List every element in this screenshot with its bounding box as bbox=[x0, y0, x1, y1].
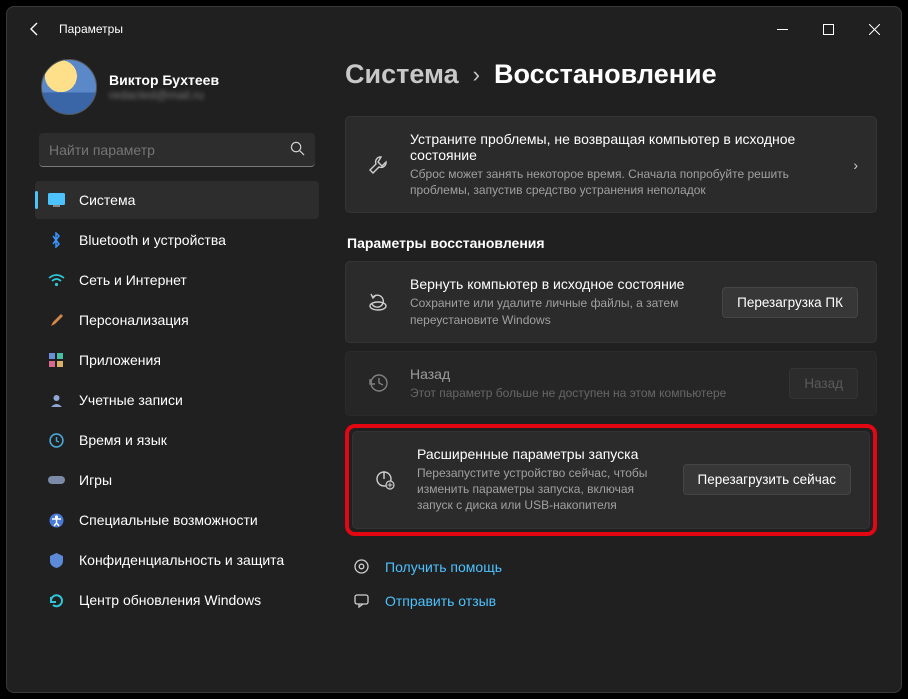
sidebar-item-network[interactable]: Сеть и Интернет bbox=[35, 261, 319, 299]
sidebar-item-accessibility[interactable]: Специальные возможности bbox=[35, 501, 319, 539]
gaming-icon bbox=[47, 471, 65, 489]
maximize-button[interactable] bbox=[805, 13, 851, 45]
card-subtitle: Сохраните или удалите личные файлы, а за… bbox=[410, 295, 704, 327]
power-settings-icon bbox=[371, 469, 399, 491]
window-title: Параметры bbox=[59, 22, 123, 36]
breadcrumb: Система › Восстановление bbox=[345, 59, 877, 90]
get-help-link[interactable]: Получить помощь bbox=[345, 550, 877, 584]
sidebar-item-label: Персонализация bbox=[79, 312, 189, 328]
titlebar: Параметры bbox=[7, 7, 901, 51]
card-title: Расширенные параметры запуска bbox=[417, 446, 665, 462]
profile-name: Виктор Бухтеев bbox=[109, 72, 219, 88]
sidebar-item-privacy[interactable]: Конфиденциальность и защита bbox=[35, 541, 319, 579]
sidebar-item-time-language[interactable]: Время и язык bbox=[35, 421, 319, 459]
chevron-right-icon: › bbox=[853, 157, 858, 173]
avatar bbox=[41, 59, 97, 115]
sidebar-item-label: Приложения bbox=[79, 352, 161, 368]
search-icon bbox=[290, 141, 305, 159]
go-back-button: Назад bbox=[789, 368, 858, 399]
sidebar-item-bluetooth[interactable]: Bluetooth и устройства bbox=[35, 221, 319, 259]
bluetooth-icon bbox=[47, 231, 65, 249]
apps-icon bbox=[47, 351, 65, 369]
chevron-right-icon: › bbox=[473, 62, 480, 88]
profile-email: redacted@mail.ru bbox=[109, 88, 219, 102]
feedback-link[interactable]: Отправить отзыв bbox=[345, 584, 877, 618]
restart-now-button[interactable]: Перезагрузить сейчас bbox=[683, 464, 851, 495]
sidebar-nav: Система Bluetooth и устройства Сеть и Ин… bbox=[35, 181, 319, 619]
card-title: Устраните проблемы, не возвращая компьют… bbox=[410, 131, 827, 163]
wifi-icon bbox=[47, 271, 65, 289]
sidebar-item-label: Игры bbox=[79, 472, 112, 488]
sidebar-item-label: Сеть и Интернет bbox=[79, 272, 187, 288]
settings-window: Параметры Виктор Бухтеев redacted@mail.r… bbox=[6, 6, 902, 693]
help-icon bbox=[351, 559, 371, 574]
close-button[interactable] bbox=[851, 13, 897, 45]
accessibility-icon bbox=[47, 511, 65, 529]
sidebar-item-apps[interactable]: Приложения bbox=[35, 341, 319, 379]
system-icon bbox=[47, 191, 65, 209]
link-label: Отправить отзыв bbox=[385, 593, 496, 609]
search-input[interactable] bbox=[49, 142, 290, 158]
sidebar-item-system[interactable]: Система bbox=[35, 181, 319, 219]
history-icon bbox=[364, 372, 392, 394]
main-panel: Система › Восстановление Устраните пробл… bbox=[327, 51, 901, 692]
sidebar-item-windows-update[interactable]: Центр обновления Windows bbox=[35, 581, 319, 619]
clock-icon bbox=[47, 431, 65, 449]
card-subtitle: Этот параметр больше не доступен на этом… bbox=[410, 385, 771, 401]
highlight-box: Расширенные параметры запуска Перезапуст… bbox=[345, 424, 877, 536]
footer-links: Получить помощь Отправить отзыв bbox=[345, 550, 877, 618]
troubleshoot-card[interactable]: Устраните проблемы, не возвращая компьют… bbox=[345, 116, 877, 213]
sidebar-item-label: Центр обновления Windows bbox=[79, 592, 261, 608]
advanced-startup-card: Расширенные параметры запуска Перезапуст… bbox=[352, 431, 870, 529]
sidebar-item-label: Bluetooth и устройства bbox=[79, 232, 226, 248]
link-label: Получить помощь bbox=[385, 559, 502, 575]
reset-pc-card: Вернуть компьютер в исходное состояние С… bbox=[345, 261, 877, 342]
card-title: Вернуть компьютер в исходное состояние bbox=[410, 276, 704, 292]
sidebar-item-gaming[interactable]: Игры bbox=[35, 461, 319, 499]
wrench-icon bbox=[364, 154, 392, 176]
accounts-icon bbox=[47, 391, 65, 409]
back-button[interactable] bbox=[17, 11, 53, 47]
card-title: Назад bbox=[410, 366, 771, 382]
breadcrumb-parent[interactable]: Система bbox=[345, 59, 459, 90]
shield-icon bbox=[47, 551, 65, 569]
sidebar-item-label: Учетные записи bbox=[79, 392, 183, 408]
section-label: Параметры восстановления bbox=[347, 235, 877, 251]
sidebar-item-personalization[interactable]: Персонализация bbox=[35, 301, 319, 339]
sidebar-item-label: Конфиденциальность и защита bbox=[79, 552, 284, 568]
feedback-icon bbox=[351, 593, 371, 608]
sidebar-item-label: Время и язык bbox=[79, 432, 167, 448]
search-box[interactable] bbox=[39, 133, 315, 167]
reset-pc-button[interactable]: Перезагрузка ПК bbox=[722, 287, 858, 318]
minimize-button[interactable] bbox=[759, 13, 805, 45]
profile-block[interactable]: Виктор Бухтеев redacted@mail.ru bbox=[41, 59, 319, 115]
card-subtitle: Сброс может занять некоторое время. Снач… bbox=[410, 166, 827, 198]
go-back-card: Назад Этот параметр больше не доступен н… bbox=[345, 351, 877, 416]
card-subtitle: Перезапустите устройство сейчас, чтобы и… bbox=[417, 465, 665, 514]
breadcrumb-current: Восстановление bbox=[494, 59, 717, 90]
update-icon bbox=[47, 591, 65, 609]
sidebar-item-accounts[interactable]: Учетные записи bbox=[35, 381, 319, 419]
sidebar-item-label: Специальные возможности bbox=[79, 512, 258, 528]
brush-icon bbox=[47, 311, 65, 329]
reset-icon bbox=[364, 291, 392, 313]
sidebar: Виктор Бухтеев redacted@mail.ru Система bbox=[35, 51, 327, 692]
sidebar-item-label: Система bbox=[79, 192, 135, 208]
